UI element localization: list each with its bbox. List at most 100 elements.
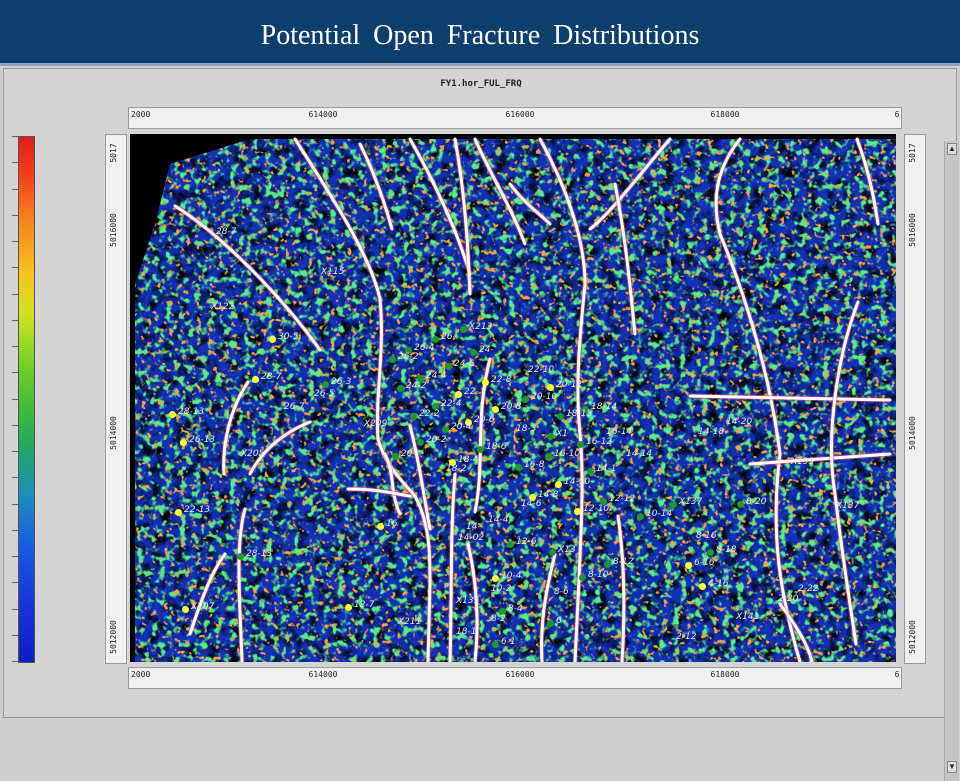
well-marker[interactable] — [269, 336, 276, 343]
well-marker[interactable] — [460, 326, 467, 333]
well-label: 4-16 — [708, 579, 729, 589]
well-marker[interactable] — [507, 541, 514, 548]
scroll-down-arrow-icon[interactable]: ▼ — [947, 761, 957, 773]
well-label: 20-2 — [426, 435, 447, 445]
well-marker[interactable] — [175, 509, 182, 516]
color-scale-tick — [12, 293, 18, 295]
well-marker[interactable] — [492, 641, 499, 648]
slide-title-bar: Potential Open Fracture Distributions — [0, 0, 960, 66]
axis-right-tick: 5014000 — [908, 416, 917, 450]
well-marker[interactable] — [522, 396, 529, 403]
well-marker[interactable] — [445, 363, 452, 370]
axis-left-tick: 5012000 — [109, 620, 118, 654]
well-marker[interactable] — [547, 620, 554, 627]
well-label: 16-14 — [606, 427, 633, 437]
well-marker[interactable] — [492, 575, 499, 582]
color-scale-bar — [18, 136, 35, 663]
well-marker[interactable] — [637, 513, 644, 520]
well-marker[interactable] — [579, 574, 586, 581]
axis-bottom-tick: 618000 — [710, 670, 740, 679]
color-scale-tick — [12, 477, 18, 479]
fracture-map[interactable]: X115 28-7 X122 30-5 28-7 26-3 26-5 26-7 28-13 26-… — [130, 134, 896, 662]
axis-top-tick: 614000 — [308, 110, 338, 119]
well-marker[interactable] — [707, 549, 714, 556]
well-label: 20-10 — [531, 392, 558, 402]
well-label: 26-5 — [314, 389, 335, 399]
well-marker[interactable] — [699, 583, 706, 590]
well-marker[interactable] — [577, 441, 584, 448]
well-label: 6-16 — [694, 558, 715, 568]
color-scale-tick — [12, 214, 18, 216]
well-marker[interactable] — [417, 439, 424, 446]
axis-right-tick: 5016000 — [908, 213, 917, 247]
axis-left-tick: 5014000 — [109, 416, 118, 450]
well-label: 18-1 — [456, 627, 477, 637]
well-marker[interactable] — [237, 553, 244, 560]
well-marker[interactable] — [392, 453, 399, 460]
well-label: 12-10 — [583, 504, 610, 514]
scroll-up-arrow-icon[interactable]: ▲ — [947, 143, 957, 155]
color-scale-tick — [12, 398, 18, 400]
well-marker[interactable] — [322, 381, 329, 388]
well-marker[interactable] — [545, 453, 552, 460]
well-marker[interactable] — [685, 562, 692, 569]
well-marker[interactable] — [737, 501, 744, 508]
well-label: 28-7 — [216, 227, 237, 237]
well-marker[interactable] — [442, 426, 449, 433]
well-label: 18-15 — [566, 409, 593, 419]
well-marker[interactable] — [470, 349, 477, 356]
color-scale-tick — [12, 503, 18, 505]
well-marker[interactable] — [574, 508, 581, 515]
well-marker[interactable] — [345, 604, 352, 611]
well-label: X193 — [791, 457, 815, 467]
well-marker[interactable] — [482, 379, 489, 386]
well-label: 8-10 — [588, 570, 609, 580]
well-label: 22-10 — [528, 365, 555, 375]
well-marker[interactable] — [670, 501, 677, 508]
vertical-scrollbar[interactable]: ▲ ▼ — [944, 141, 959, 781]
well-marker[interactable] — [432, 336, 439, 343]
well-marker[interactable] — [547, 433, 554, 440]
well-marker[interactable] — [410, 413, 417, 420]
well-marker[interactable] — [492, 406, 499, 413]
well-label: 18-2 — [446, 464, 467, 474]
well-label: X209 — [364, 419, 388, 429]
well-marker[interactable] — [604, 561, 611, 568]
color-scale-tick — [12, 608, 18, 610]
well-marker[interactable] — [557, 413, 564, 420]
axis-bottom-tick: 6 — [894, 670, 900, 679]
well-label: 12-6 — [516, 537, 537, 547]
well-marker[interactable] — [180, 439, 187, 446]
well-label: X141 — [736, 612, 760, 622]
well-label: X13 — [558, 545, 576, 555]
axis-bottom-tick: 614000 — [308, 670, 338, 679]
well-marker[interactable] — [555, 481, 562, 488]
well-marker[interactable] — [455, 391, 462, 398]
well-marker[interactable] — [477, 446, 484, 453]
well-marker[interactable] — [587, 468, 594, 475]
color-scale-tick — [12, 424, 18, 426]
well-marker[interactable] — [515, 464, 522, 471]
well-label: 14-4 — [488, 515, 509, 525]
well-marker[interactable] — [547, 384, 554, 391]
well-label: 26-13 — [189, 435, 216, 445]
well-marker[interactable] — [169, 411, 176, 418]
well-marker[interactable] — [549, 549, 556, 556]
well-marker[interactable] — [377, 523, 384, 530]
color-scale-tick — [12, 582, 18, 584]
well-label: 14-1 — [596, 464, 617, 474]
well-label: 26- — [441, 332, 456, 342]
well-label: X122 — [211, 302, 235, 312]
well-label: 22-8 — [491, 375, 512, 385]
color-scale-tick — [12, 372, 18, 374]
map-title: FY1.hor_FUL_FRQ — [440, 79, 522, 89]
well-marker[interactable] — [182, 606, 189, 613]
well-marker[interactable] — [397, 385, 404, 392]
well-label: X207 — [191, 602, 215, 612]
well-label: 2-20 — [778, 594, 799, 604]
axis-top-tick: 6 — [894, 110, 900, 119]
well-marker[interactable] — [252, 376, 259, 383]
axis-top-tick: 2000 — [131, 110, 151, 119]
well-marker[interactable] — [389, 356, 396, 363]
well-label: X1 — [556, 429, 568, 439]
